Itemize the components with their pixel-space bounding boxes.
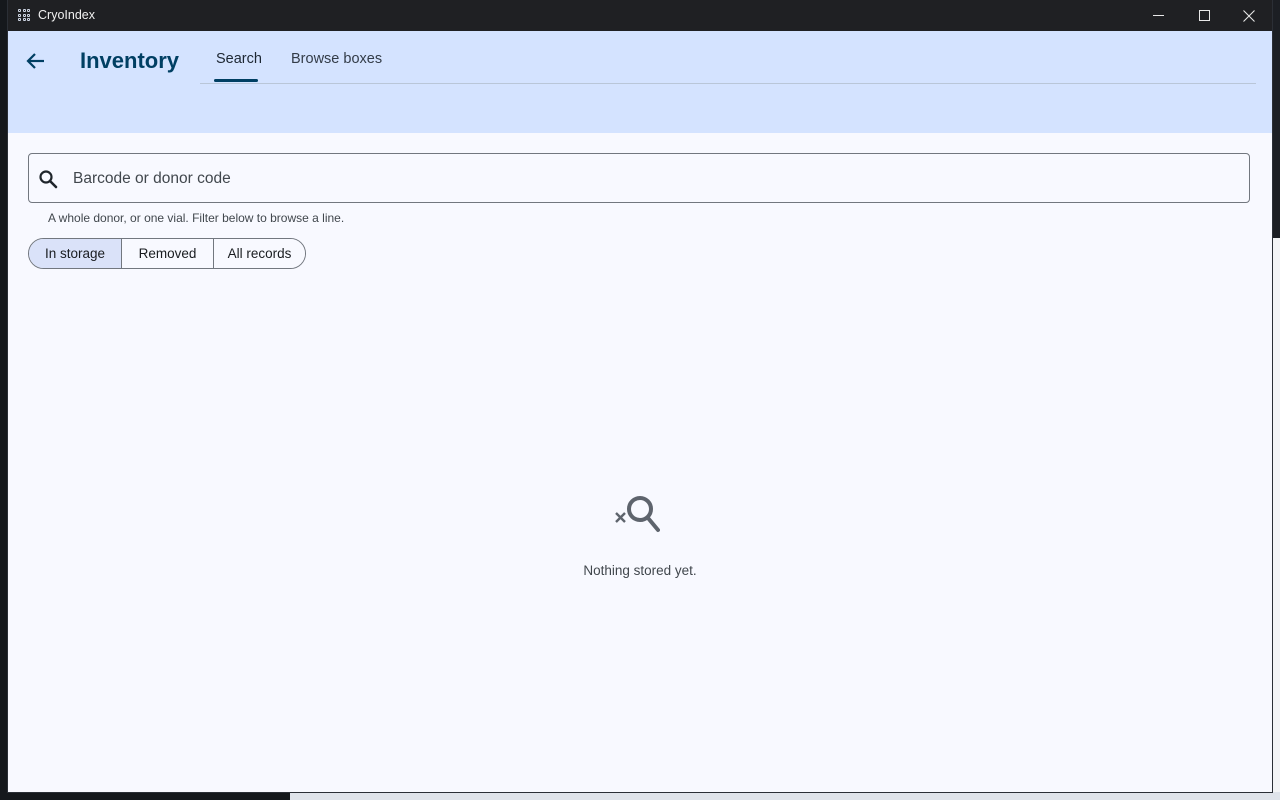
background-window-edge-right	[1272, 238, 1280, 792]
app-window: CryoIndex Inventory Search Browse boxes	[8, 0, 1272, 792]
background-window-edge	[290, 792, 1280, 800]
tab-search[interactable]: Search	[216, 51, 262, 67]
minimize-button[interactable]	[1135, 0, 1181, 31]
tab-browse-boxes[interactable]: Browse boxes	[291, 51, 382, 67]
app-header: Inventory Search Browse boxes	[8, 31, 1272, 133]
active-tab-indicator	[214, 79, 258, 82]
tab-bar: Search Browse boxes	[200, 31, 1256, 84]
window-title: CryoIndex	[38, 8, 95, 22]
app-grid-icon	[18, 9, 30, 21]
filter-in-storage[interactable]: In storage	[29, 239, 121, 268]
arrow-back-icon	[26, 53, 44, 69]
maximize-button[interactable]	[1181, 0, 1227, 31]
search-field[interactable]	[28, 153, 1250, 203]
search-off-icon	[615, 496, 660, 532]
search-helper-text: A whole donor, or one vial. Filter below…	[48, 211, 345, 225]
filter-removed[interactable]: Removed	[121, 239, 213, 268]
page-title: Inventory	[80, 48, 180, 73]
minimize-icon	[1152, 15, 1164, 16]
status-filter: In storage Removed All records	[28, 238, 306, 269]
search-input[interactable]	[71, 166, 1225, 192]
filter-all-records[interactable]: All records	[213, 239, 305, 268]
empty-state-message: Nothing stored yet.	[583, 563, 697, 578]
close-button[interactable]	[1226, 0, 1272, 31]
back-button[interactable]	[20, 45, 52, 77]
search-icon	[39, 170, 58, 189]
desktop-background	[0, 0, 8, 800]
maximize-icon	[1198, 10, 1210, 21]
close-icon	[1243, 9, 1255, 22]
title-bar: CryoIndex	[8, 0, 1272, 31]
